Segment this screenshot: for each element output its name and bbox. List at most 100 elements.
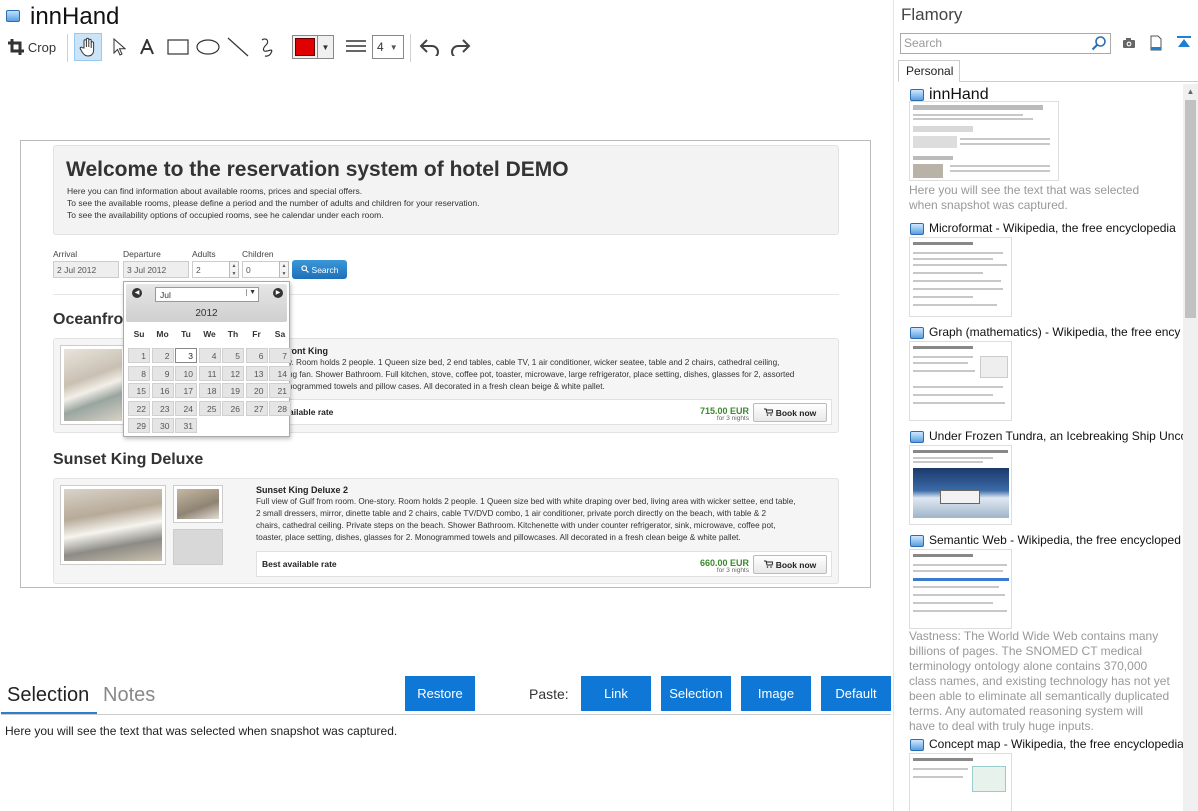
children-stepper[interactable]: ▲ ▼ [279, 261, 289, 278]
text-tool-button[interactable] [136, 34, 158, 60]
calendar-day[interactable]: 30 [151, 418, 174, 434]
welcome-title: Welcome to the reservation system of hot… [66, 158, 569, 181]
snapshot-canvas[interactable]: Welcome to the reservation system of hot… [20, 140, 871, 588]
snapshot-list: innHand Here you will see the text that … [906, 84, 1183, 811]
calendar-day[interactable]: 19 [222, 383, 244, 399]
intro-line: Here you can find information about avai… [67, 186, 363, 196]
month-select[interactable]: Jul ▼ [155, 287, 259, 302]
calendar-day[interactable]: 3 [175, 348, 197, 363]
calendar-day[interactable]: 29 [128, 418, 150, 434]
list-item-title[interactable]: Concept map - Wikipedia, the free encycl… [929, 737, 1183, 751]
arrival-field[interactable]: 2 Jul 2012 [53, 261, 119, 278]
calendar-day[interactable]: 2 [151, 348, 174, 363]
snapshot-thumbnail[interactable] [909, 237, 1012, 317]
calendar-day[interactable]: 18 [198, 383, 221, 399]
adults-stepper[interactable]: ▲ ▼ [229, 261, 239, 278]
calendar-day[interactable]: 5 [222, 348, 244, 363]
scrollbar-thumb[interactable] [1185, 100, 1196, 318]
adults-field[interactable]: 2 [192, 261, 230, 278]
list-item-snippet: Vastness: The World Wide Web contains ma… [909, 629, 1170, 733]
calendar-day[interactable]: 9 [151, 365, 174, 381]
next-month-icon[interactable]: ▶ [273, 288, 283, 298]
ellipse-tool-button[interactable] [195, 34, 221, 60]
undo-button[interactable] [417, 34, 443, 60]
calendar-day[interactable]: 20 [245, 383, 268, 399]
tab-personal[interactable]: Personal [898, 60, 960, 82]
hotel-search-button[interactable]: Search [292, 260, 347, 279]
calendar-day[interactable]: 11 [198, 365, 221, 381]
paste-default-button[interactable]: Default [821, 676, 891, 711]
list-item-title[interactable]: Under Frozen Tundra, an Icebreaking Ship… [929, 429, 1183, 443]
selection-text[interactable]: Here you will see the text that was sele… [5, 724, 397, 738]
calendar-day[interactable]: 13 [245, 365, 268, 381]
children-field[interactable]: 0 [242, 261, 280, 278]
list-item-title[interactable]: Semantic Web - Wikipedia, the free encyc… [929, 533, 1183, 547]
book-now-button[interactable]: Book now [753, 555, 827, 574]
book-now-button[interactable]: Book now [753, 403, 827, 422]
line-width-select[interactable]: 4 ▼ [372, 35, 404, 59]
collapse-up-icon[interactable] [1176, 35, 1192, 54]
calendar-day[interactable]: 27 [245, 400, 268, 416]
line-tool-button[interactable] [226, 34, 250, 60]
redo-button[interactable] [447, 34, 473, 60]
search-icon[interactable] [1091, 35, 1107, 56]
crop-button[interactable]: Crop [6, 34, 58, 60]
snapshot-thumbnail[interactable] [909, 341, 1012, 421]
departure-field[interactable]: 3 Jul 2012 [123, 261, 189, 278]
calendar-day[interactable]: 28 [269, 400, 291, 416]
calendar-day[interactable]: 25 [198, 400, 221, 416]
calendar-day[interactable]: 26 [222, 400, 244, 416]
room-description: nogrammed towels and pillow cases. All d… [288, 382, 605, 391]
rate-label: ailable rate [289, 407, 334, 417]
calendar-day[interactable]: 12 [222, 365, 244, 381]
snapshot-thumbnail[interactable] [909, 753, 1012, 811]
calendar-day[interactable]: 16 [151, 383, 174, 399]
room-description: toaster, place setting, dishes, glasses … [256, 533, 741, 542]
tab-selection[interactable]: Selection [7, 684, 89, 707]
calendar-day[interactable]: 24 [175, 400, 197, 416]
snapshot-thumbnail[interactable] [909, 445, 1012, 525]
select-tool-button[interactable] [108, 34, 130, 60]
calendar-day[interactable]: 23 [151, 400, 174, 416]
list-item-title[interactable]: Microformat - Wikipedia, the free encycl… [929, 221, 1183, 235]
calendar-day[interactable]: 14 [269, 365, 291, 381]
calendar-day[interactable]: 1 [128, 348, 150, 363]
snapshot-thumbnail[interactable] [909, 549, 1012, 629]
calendar-day[interactable]: 17 [175, 383, 197, 399]
calendar-day[interactable]: 22 [128, 400, 150, 416]
calendar-day[interactable]: 4 [198, 348, 221, 363]
list-item-title[interactable]: Graph (mathematics) - Wikipedia, the fre… [929, 325, 1183, 339]
calendar-day[interactable]: 15 [128, 383, 150, 399]
chevron-down-icon: ▼ [389, 42, 398, 52]
calendar-day[interactable]: 7 [269, 348, 291, 363]
freehand-tool-button[interactable] [256, 34, 280, 60]
snapshot-thumbnail[interactable] [909, 101, 1059, 181]
paste-image-button[interactable]: Image [741, 676, 811, 711]
line-width-button[interactable] [344, 34, 368, 60]
paste-link-button[interactable]: Link [581, 676, 651, 711]
scroll-up-icon[interactable]: ▲ [1183, 84, 1198, 99]
room-thumbnail[interactable] [173, 485, 223, 523]
camera-icon[interactable] [1122, 36, 1136, 54]
room-photo [60, 345, 126, 425]
weekday-label: Fr [252, 329, 261, 339]
paste-selection-button[interactable]: Selection [661, 676, 731, 711]
calendar-day[interactable]: 21 [269, 383, 291, 399]
prev-month-icon[interactable]: ◀ [132, 288, 142, 298]
search-input[interactable]: Search [900, 33, 1111, 54]
room-description: y. Room holds 2 people. 1 Queen size bed… [288, 358, 780, 367]
calendar-day[interactable]: 8 [128, 365, 150, 381]
rectangle-tool-button[interactable] [165, 34, 191, 60]
hand-tool-button[interactable] [74, 33, 102, 61]
restore-button[interactable]: Restore [405, 676, 475, 711]
tab-notes[interactable]: Notes [103, 684, 155, 707]
weekday-label: Th [227, 329, 239, 339]
room-name: Sunset King Deluxe 2 [256, 485, 349, 495]
pen-color-picker[interactable]: ▼ [292, 35, 334, 59]
page-icon[interactable] [1150, 35, 1162, 56]
calendar-day[interactable]: 10 [175, 365, 197, 381]
calendar-day[interactable]: 6 [245, 348, 268, 363]
calendar-day[interactable]: 31 [175, 418, 197, 434]
datepicker[interactable]: ◀ Jul ▼ ▶ 2012 Su Mo Tu We Th Fr Sa 1 2 3 4 5 6 7 8 9 10… [123, 281, 291, 437]
undo-icon [419, 38, 441, 56]
